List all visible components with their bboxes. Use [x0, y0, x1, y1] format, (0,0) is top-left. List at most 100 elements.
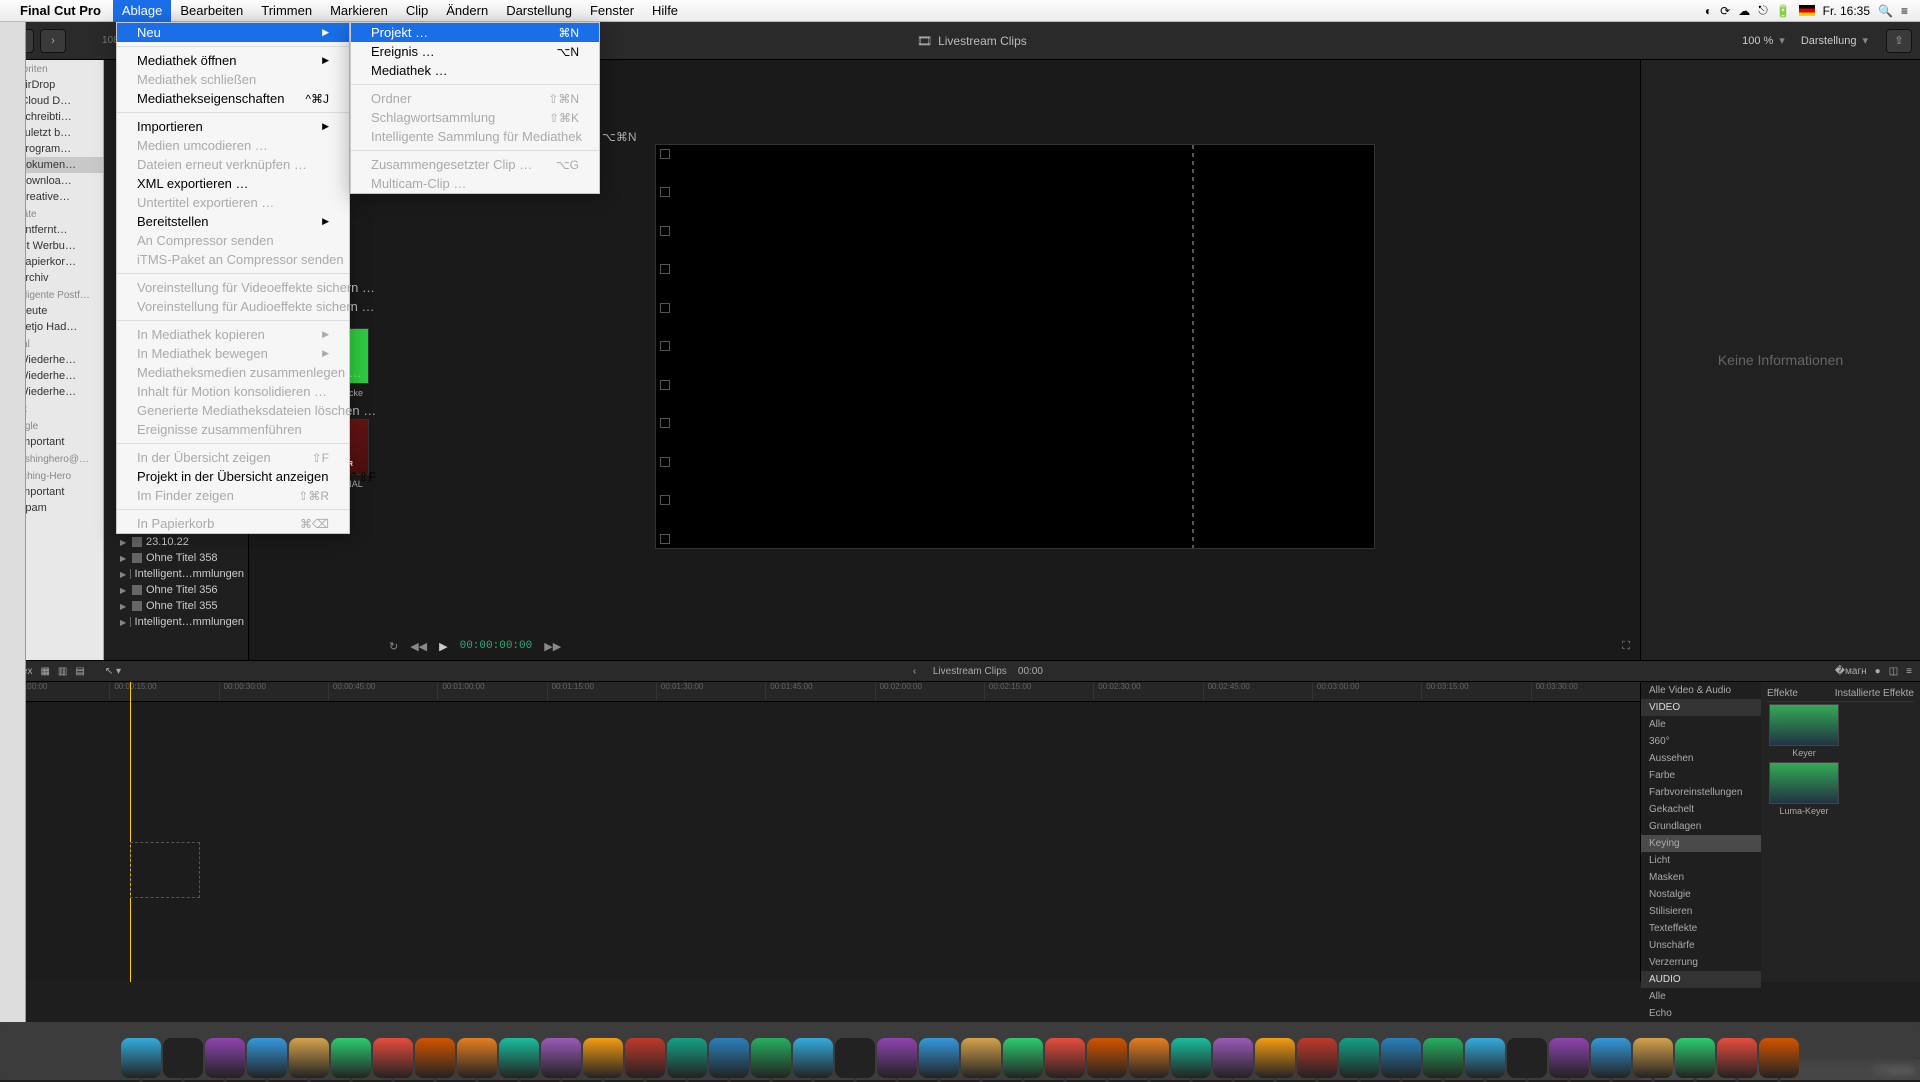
effect-category[interactable]: Unschärfe — [1641, 937, 1761, 954]
dock-app-icon[interactable] — [1003, 1038, 1043, 1078]
effect-category[interactable]: Verzerrung — [1641, 954, 1761, 971]
dock-app-icon[interactable] — [1465, 1038, 1505, 1078]
effect-category[interactable]: Alle — [1641, 988, 1761, 1005]
dock-app-icon[interactable] — [1717, 1038, 1757, 1078]
dock-app-icon[interactable] — [1549, 1038, 1589, 1078]
dock-app-icon[interactable] — [457, 1038, 497, 1078]
effect-item[interactable]: Luma-Keyer — [1769, 762, 1839, 816]
menu-clip[interactable]: Clip — [397, 0, 437, 22]
browser-item[interactable]: ▶Intelligent…mmlungen — [104, 614, 248, 630]
tool-select[interactable]: ↖ ▾ — [105, 666, 121, 677]
dock-app-icon[interactable] — [709, 1038, 749, 1078]
menu-trimmen[interactable]: Trimmen — [252, 0, 321, 22]
dock-app-icon[interactable] — [1339, 1038, 1379, 1078]
effect-category[interactable]: Farbe — [1641, 767, 1761, 784]
dock-app-icon[interactable] — [1381, 1038, 1421, 1078]
dock-app-icon[interactable] — [163, 1038, 203, 1078]
dock-app-icon[interactable] — [583, 1038, 623, 1078]
input-source-flag[interactable] — [1799, 5, 1815, 16]
dock-app-icon[interactable] — [1213, 1038, 1253, 1078]
spotlight-icon[interactable]: 🔍 — [1878, 4, 1893, 18]
battery-icon[interactable]: 🔋 — [1776, 4, 1791, 18]
viewer-frame[interactable] — [655, 144, 1375, 549]
dock-app-icon[interactable] — [373, 1038, 413, 1078]
dock-app-icon[interactable] — [247, 1038, 287, 1078]
menu-item[interactable]: Projekt …⌘N — [351, 23, 599, 42]
dock-app-icon[interactable] — [205, 1038, 245, 1078]
timecode[interactable]: 00:00:00:00 — [460, 640, 533, 652]
dock-app-icon[interactable] — [121, 1038, 161, 1078]
dock-app-icon[interactable] — [541, 1038, 581, 1078]
menu-item[interactable]: Mediathekseigenschaften^⌘J — [117, 89, 349, 108]
view-menu-label[interactable]: Darstellung — [1801, 35, 1857, 47]
effect-category[interactable]: Alle — [1641, 716, 1761, 733]
browser-item[interactable]: ▶Intelligent…mmlungen — [104, 566, 248, 582]
dock-app-icon[interactable] — [877, 1038, 917, 1078]
browser-item[interactable]: ▶Ohne Titel 355 — [104, 598, 248, 614]
dock-app-icon[interactable] — [1129, 1038, 1169, 1078]
menu-bearbeiten[interactable]: Bearbeiten — [171, 0, 252, 22]
effect-category[interactable]: Grundlagen — [1641, 818, 1761, 835]
tool-icon[interactable]: ▦ — [40, 666, 49, 677]
playhead[interactable] — [130, 682, 131, 982]
tool-icon[interactable]: ▥ — [58, 666, 67, 677]
menu-item[interactable]: Neu▶ — [117, 23, 349, 42]
effect-category[interactable]: Aussehen — [1641, 750, 1761, 767]
effect-category[interactable]: Echo — [1641, 1005, 1761, 1022]
wifi-icon[interactable]: ⎋ — [1758, 3, 1768, 18]
browser-item[interactable]: ▶23.10.22 — [104, 534, 248, 550]
dock-app-icon[interactable] — [835, 1038, 875, 1078]
menu-markieren[interactable]: Markieren — [321, 0, 397, 22]
dock-app-icon[interactable] — [1759, 1038, 1799, 1078]
effect-category[interactable]: Gekachelt — [1641, 801, 1761, 818]
notification-icon[interactable]: ≡ — [1901, 4, 1908, 18]
effect-category[interactable]: Stilisieren — [1641, 903, 1761, 920]
menu-item[interactable]: Mediathek öffnen▶ — [117, 51, 349, 70]
effect-category[interactable]: Licht — [1641, 852, 1761, 869]
tool-icon[interactable]: ▤ — [75, 666, 84, 677]
effect-category[interactable]: Keying — [1641, 835, 1761, 852]
menu-item[interactable]: Mediathek … — [351, 61, 599, 80]
menu-item[interactable]: Bereitstellen▶ — [117, 212, 349, 231]
prev-icon[interactable]: ◀◀ — [410, 640, 427, 653]
dock-app-icon[interactable] — [289, 1038, 329, 1078]
dock-app-icon[interactable] — [919, 1038, 959, 1078]
effect-category[interactable]: Nostalgie — [1641, 886, 1761, 903]
clock[interactable]: Fr. 16:35 — [1823, 4, 1870, 18]
dock-app-icon[interactable] — [1297, 1038, 1337, 1078]
dock-app-icon[interactable] — [625, 1038, 665, 1078]
dock-app-icon[interactable] — [961, 1038, 1001, 1078]
effects-installed[interactable]: Installierte Effekte — [1835, 688, 1914, 699]
empty-clip-placeholder[interactable] — [130, 842, 200, 898]
dock-app-icon[interactable] — [1045, 1038, 1085, 1078]
timeline-tracks[interactable]: 00:00:00:0000:00:15:0000:00:30:0000:00:4… — [0, 682, 1640, 982]
menu-item[interactable]: Projekt in der Übersicht anzeigen⌃⇧F — [117, 467, 349, 486]
dock-app-icon[interactable] — [1171, 1038, 1211, 1078]
next-icon[interactable]: ▶▶ — [544, 640, 561, 653]
dock-app-icon[interactable] — [1633, 1038, 1673, 1078]
menu-ablage[interactable]: Ablage — [113, 0, 171, 22]
timeline-ruler[interactable]: 00:00:00:0000:00:15:0000:00:30:0000:00:4… — [0, 682, 1640, 702]
dock-app-icon[interactable] — [1591, 1038, 1631, 1078]
fullscreen-icon[interactable]: ⛶ — [1622, 640, 1630, 653]
menu-item[interactable]: Ereignis …⌥N — [351, 42, 599, 61]
skimming-icon[interactable]: ● — [1875, 666, 1881, 677]
effect-category[interactable]: Alle Video & Audio — [1641, 682, 1761, 699]
share-button[interactable]: ⇧ — [1886, 29, 1912, 53]
dock-app-icon[interactable] — [1507, 1038, 1547, 1078]
effect-category[interactable]: Masken — [1641, 869, 1761, 886]
browser-item[interactable]: ▶Ohne Titel 358 — [104, 550, 248, 566]
menu-hilfe[interactable]: Hilfe — [643, 0, 687, 22]
tool-icon[interactable]: ◫ — [1889, 666, 1898, 677]
dock-app-icon[interactable] — [751, 1038, 791, 1078]
dock-app-icon[interactable] — [667, 1038, 707, 1078]
menu-item[interactable]: XML exportieren … — [117, 174, 349, 193]
dock-app-icon[interactable] — [415, 1038, 455, 1078]
loop-icon[interactable]: ↻ — [389, 640, 398, 653]
browser-item[interactable]: ▶Ohne Titel 356 — [104, 582, 248, 598]
dock-app-icon[interactable] — [1675, 1038, 1715, 1078]
prev-edit-icon[interactable]: ‹ — [913, 666, 916, 677]
snap-icon[interactable]: �магн — [1835, 666, 1867, 677]
effect-category[interactable]: 360° — [1641, 733, 1761, 750]
play-button[interactable]: ▶ — [439, 640, 447, 653]
